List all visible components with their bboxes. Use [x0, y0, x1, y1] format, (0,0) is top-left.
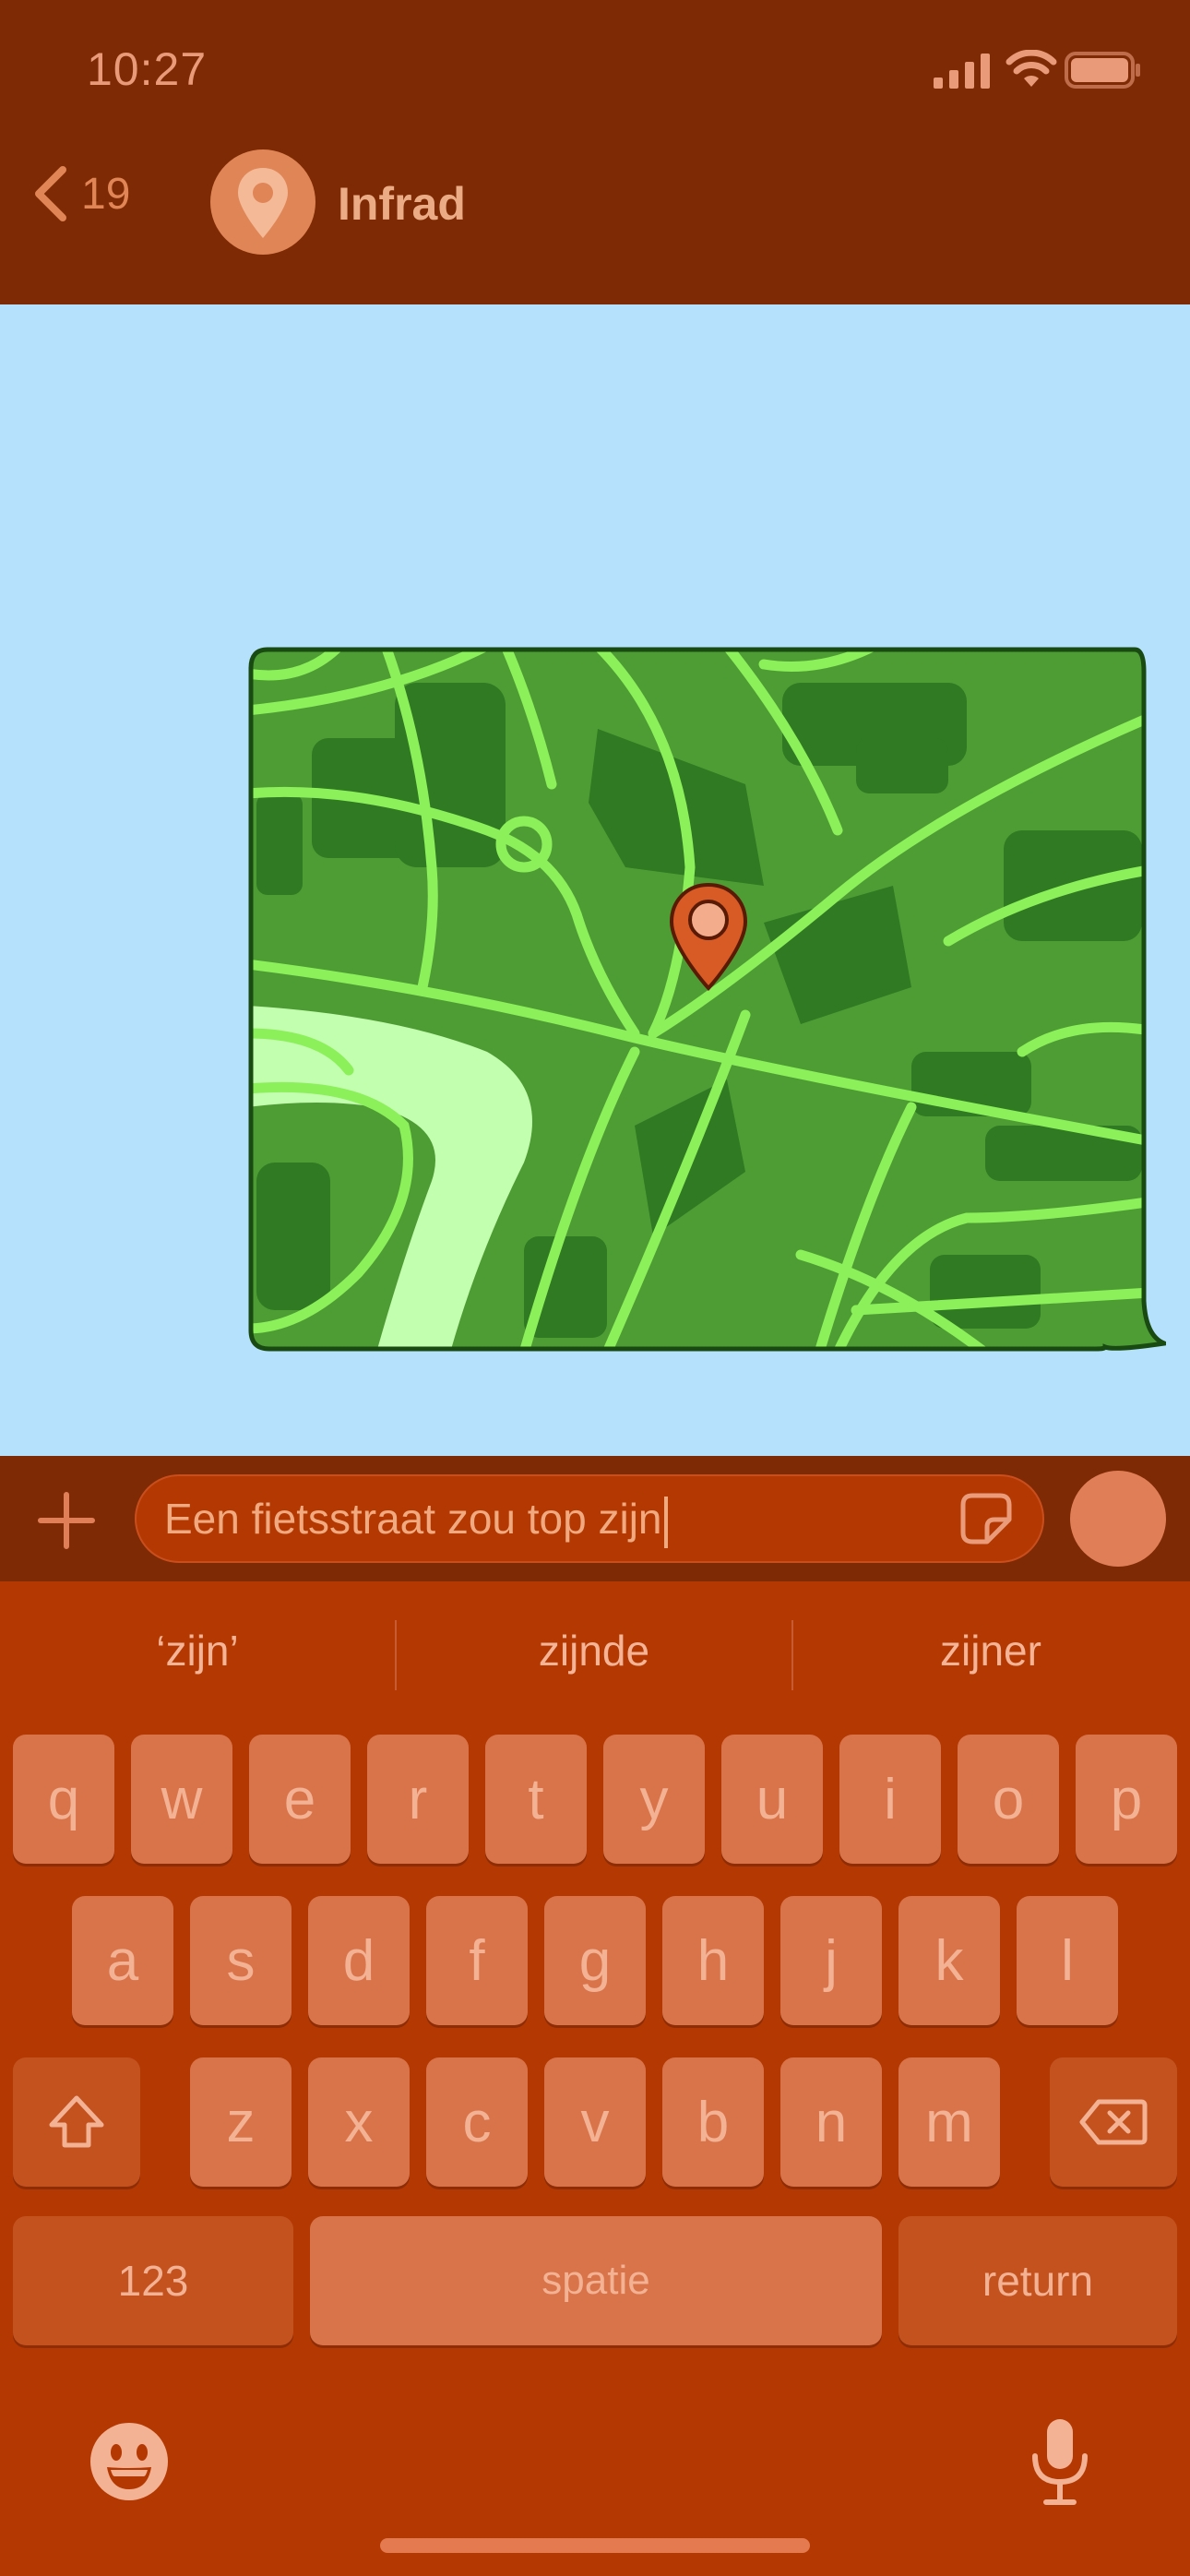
key-y[interactable]: y [603, 1735, 705, 1864]
shift-icon [49, 2095, 104, 2148]
contact-avatar[interactable] [210, 149, 315, 255]
location-pin-icon [238, 168, 288, 238]
key-u[interactable]: u [721, 1735, 823, 1864]
key-a[interactable]: a [72, 1896, 173, 2025]
key-l[interactable]: l [1017, 1896, 1118, 2025]
message-input-text[interactable]: Een fietsstraat zou top zijn [164, 1494, 668, 1548]
key-h[interactable]: h [662, 1896, 764, 2025]
status-time: 10:27 [87, 43, 208, 95]
key-w[interactable]: w [131, 1735, 232, 1864]
numbers-key[interactable]: 123 [13, 2216, 293, 2345]
key-t[interactable]: t [485, 1735, 587, 1864]
message-text: Een fietsstraat zou top zijn [164, 1495, 662, 1543]
suggestion-2[interactable]: zijnde [410, 1626, 779, 1676]
shift-key[interactable] [13, 2057, 140, 2187]
key-b[interactable]: b [662, 2057, 764, 2187]
suggestion-1[interactable]: ‘zijn’ [13, 1626, 382, 1676]
key-d[interactable]: d [308, 1896, 410, 2025]
delete-icon [1079, 2099, 1148, 2145]
battery-icon [1065, 52, 1140, 89]
suggestion-divider [395, 1620, 397, 1690]
key-x[interactable]: x [308, 2057, 410, 2187]
key-o[interactable]: o [958, 1735, 1059, 1864]
space-key[interactable]: spatie [310, 2216, 882, 2345]
key-p[interactable]: p [1076, 1735, 1177, 1864]
emoji-icon[interactable] [89, 2421, 170, 2502]
key-g[interactable]: g [544, 1896, 646, 2025]
home-indicator[interactable] [380, 2538, 810, 2553]
key-m[interactable]: m [898, 2057, 1000, 2187]
key-v[interactable]: v [544, 2057, 646, 2187]
key-s[interactable]: s [190, 1896, 292, 2025]
return-key[interactable]: return [898, 2216, 1177, 2345]
key-i[interactable]: i [839, 1735, 941, 1864]
key-z[interactable]: z [190, 2057, 292, 2187]
back-count-badge: 19 [81, 169, 131, 219]
key-c[interactable]: c [426, 2057, 528, 2187]
send-button[interactable] [1070, 1471, 1166, 1567]
key-j[interactable]: j [780, 1896, 882, 2025]
suggestion-divider [791, 1620, 793, 1690]
key-e[interactable]: e [249, 1735, 351, 1864]
back-button[interactable]: 19 [31, 166, 130, 221]
sticker-icon[interactable] [959, 1492, 1013, 1545]
wifi-icon [1006, 50, 1057, 87]
text-caret [663, 1496, 668, 1548]
contact-name[interactable]: Infrad [338, 177, 466, 231]
key-q[interactable]: q [13, 1735, 114, 1864]
key-n[interactable]: n [780, 2057, 882, 2187]
signal-icon [934, 54, 990, 89]
delete-key[interactable] [1050, 2057, 1177, 2187]
back-chevron-icon [35, 166, 66, 221]
key-f[interactable]: f [426, 1896, 528, 2025]
plus-icon[interactable] [33, 1487, 100, 1554]
suggestion-3[interactable]: zijner [806, 1626, 1175, 1676]
key-r[interactable]: r [367, 1735, 469, 1864]
key-k[interactable]: k [898, 1896, 1000, 2025]
microphone-icon[interactable] [1028, 2415, 1092, 2508]
map-message-bubble[interactable] [247, 646, 1166, 1353]
